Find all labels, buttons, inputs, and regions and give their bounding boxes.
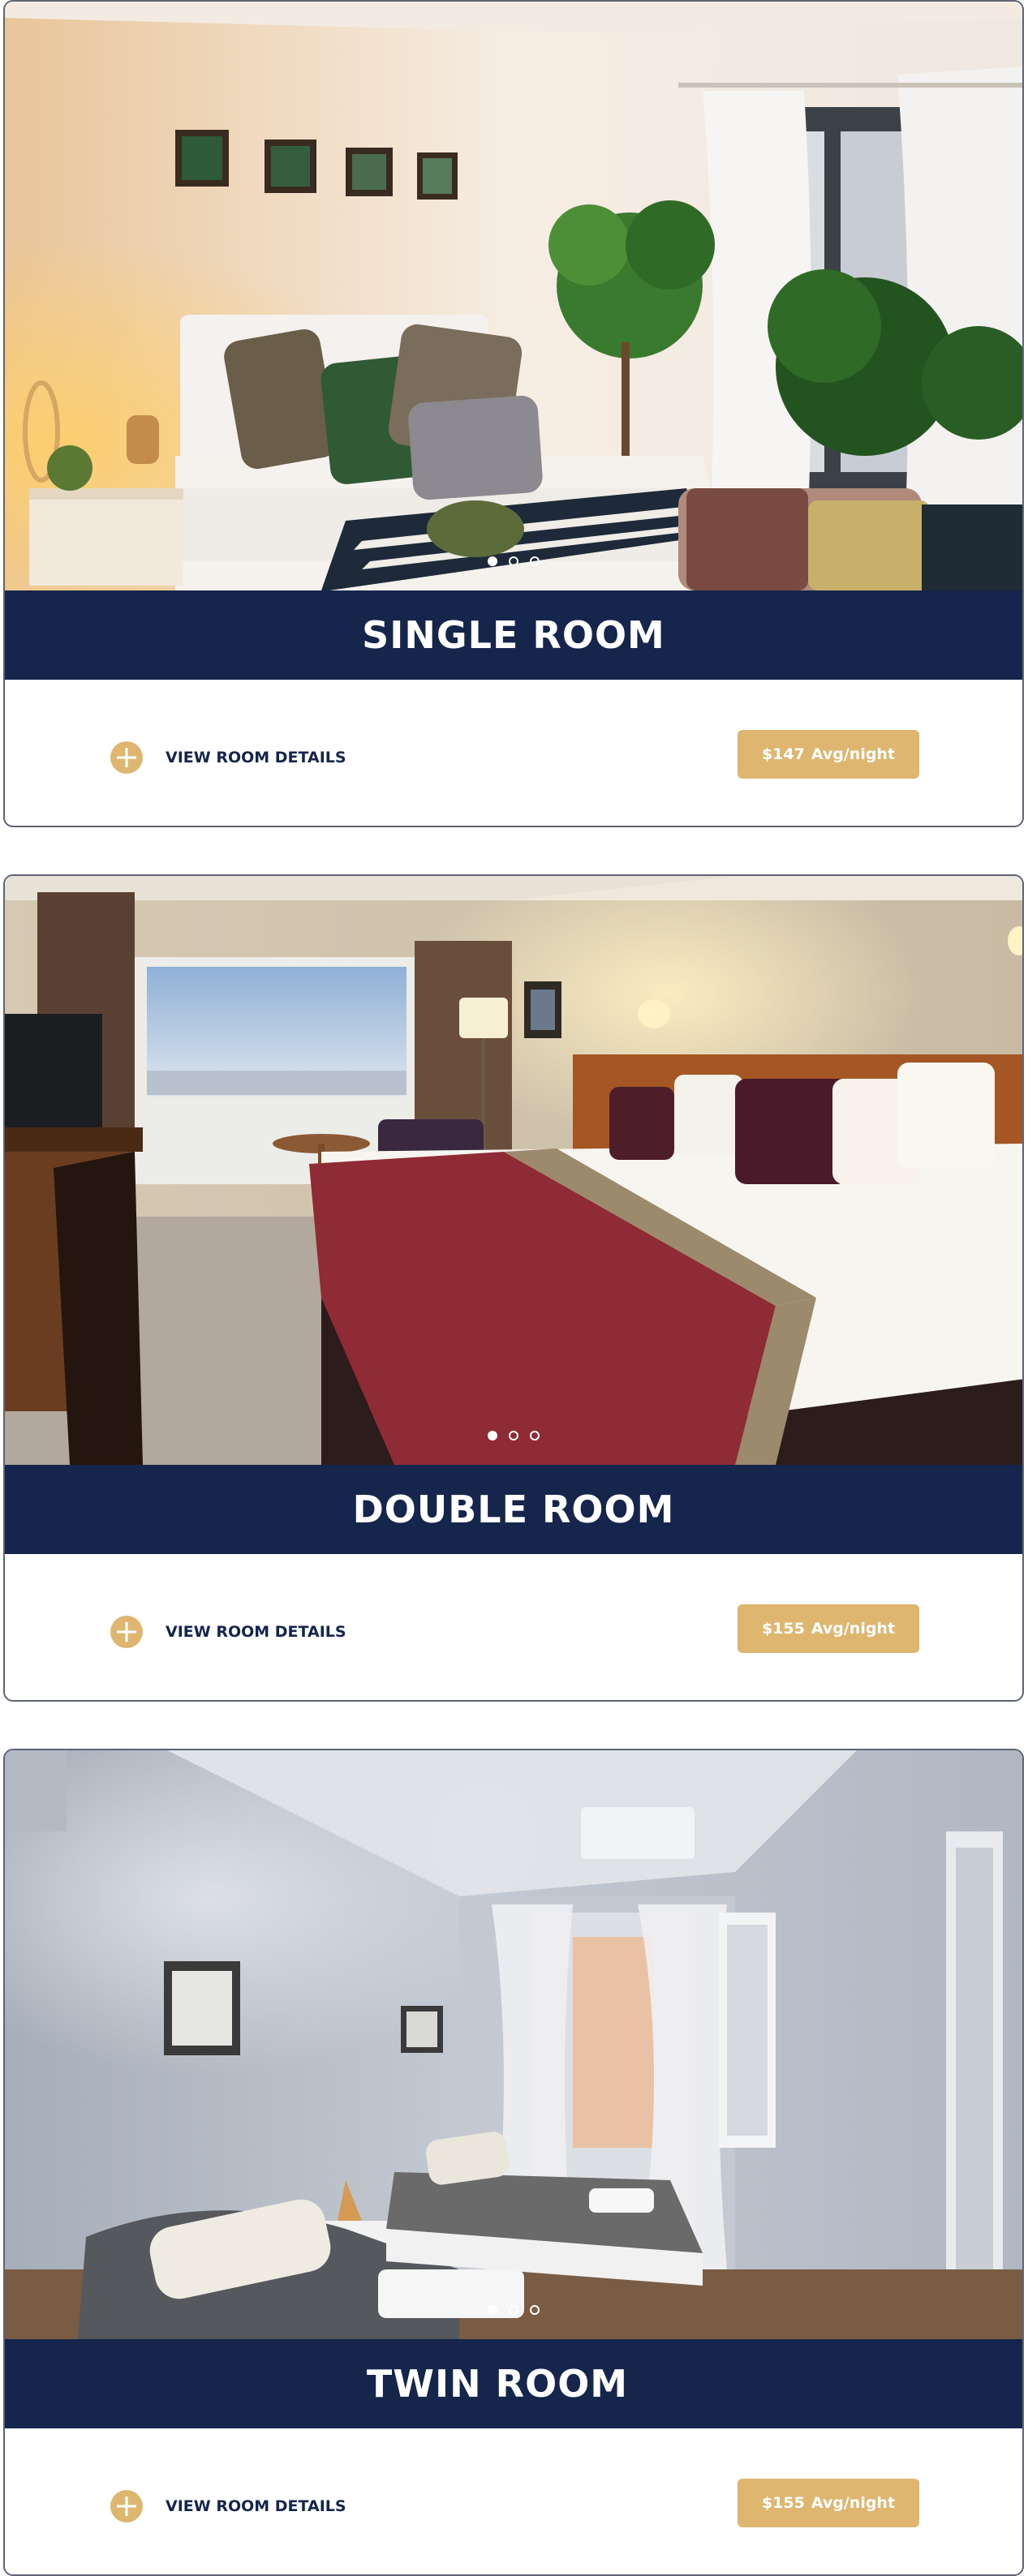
- plus-circle-icon: [110, 2490, 143, 2522]
- price-value: $147: [761, 745, 805, 763]
- room-title-bar: DOUBLE ROOM: [5, 1465, 1022, 1554]
- price-value: $155: [761, 2494, 805, 2512]
- room-photo-twin[interactable]: [5, 1750, 1022, 2339]
- price-unit: Avg/night: [811, 2494, 896, 2512]
- room-photo-single[interactable]: [5, 2, 1022, 590]
- carousel-dot-2[interactable]: [509, 556, 518, 566]
- double-room-image: [5, 876, 1022, 1465]
- room-card-double: DOUBLE ROOM VIEW ROOM DETAILS $155 Avg/n…: [3, 874, 1024, 1702]
- view-room-details-label: VIEW ROOM DETAILS: [166, 2497, 346, 2515]
- carousel-dots: [5, 2305, 1022, 2315]
- carousel-dot-2[interactable]: [509, 2305, 518, 2315]
- single-room-image: [5, 2, 1022, 590]
- price-unit: Avg/night: [811, 1620, 896, 1638]
- carousel-dot-1[interactable]: [488, 556, 497, 566]
- room-title: SINGLE ROOM: [362, 613, 665, 657]
- room-title-bar: TWIN ROOM: [5, 2339, 1022, 2428]
- carousel-dot-3[interactable]: [530, 556, 540, 566]
- room-title: DOUBLE ROOM: [352, 1488, 675, 1531]
- carousel-dot-1[interactable]: [488, 1431, 497, 1440]
- plus-circle-icon: [110, 741, 143, 774]
- price-button[interactable]: $155 Avg/night: [738, 1604, 919, 1653]
- plus-circle-icon: [110, 1616, 143, 1648]
- room-card-single: SINGLE ROOM VIEW ROOM DETAILS $147 Avg/n…: [3, 0, 1024, 827]
- carousel-dots: [5, 1431, 1022, 1440]
- twin-room-image: [5, 1750, 1022, 2339]
- price-value: $155: [761, 1620, 805, 1638]
- view-room-details-label: VIEW ROOM DETAILS: [166, 1623, 346, 1641]
- price-button[interactable]: $147 Avg/night: [738, 730, 919, 779]
- room-card-twin: TWIN ROOM VIEW ROOM DETAILS $155 Avg/nig…: [3, 1749, 1024, 2576]
- carousel-dot-2[interactable]: [509, 1431, 518, 1440]
- room-card-footer: VIEW ROOM DETAILS $147 Avg/night: [5, 680, 1022, 826]
- view-room-details-label: VIEW ROOM DETAILS: [166, 749, 346, 766]
- view-room-details-link[interactable]: VIEW ROOM DETAILS: [110, 2490, 346, 2522]
- carousel-dot-1[interactable]: [488, 2305, 497, 2315]
- room-title-bar: SINGLE ROOM: [5, 590, 1022, 680]
- carousel-dots: [5, 556, 1022, 566]
- view-room-details-link[interactable]: VIEW ROOM DETAILS: [110, 1616, 346, 1648]
- room-title: TWIN ROOM: [366, 2362, 629, 2406]
- carousel-dot-3[interactable]: [530, 1431, 540, 1440]
- carousel-dot-3[interactable]: [530, 2305, 540, 2315]
- room-card-footer: VIEW ROOM DETAILS $155 Avg/night: [5, 1554, 1022, 1700]
- price-button[interactable]: $155 Avg/night: [738, 2479, 919, 2527]
- view-room-details-link[interactable]: VIEW ROOM DETAILS: [110, 741, 346, 774]
- price-unit: Avg/night: [811, 745, 896, 763]
- room-photo-double[interactable]: [5, 876, 1022, 1465]
- room-card-footer: VIEW ROOM DETAILS $155 Avg/night: [5, 2428, 1022, 2574]
